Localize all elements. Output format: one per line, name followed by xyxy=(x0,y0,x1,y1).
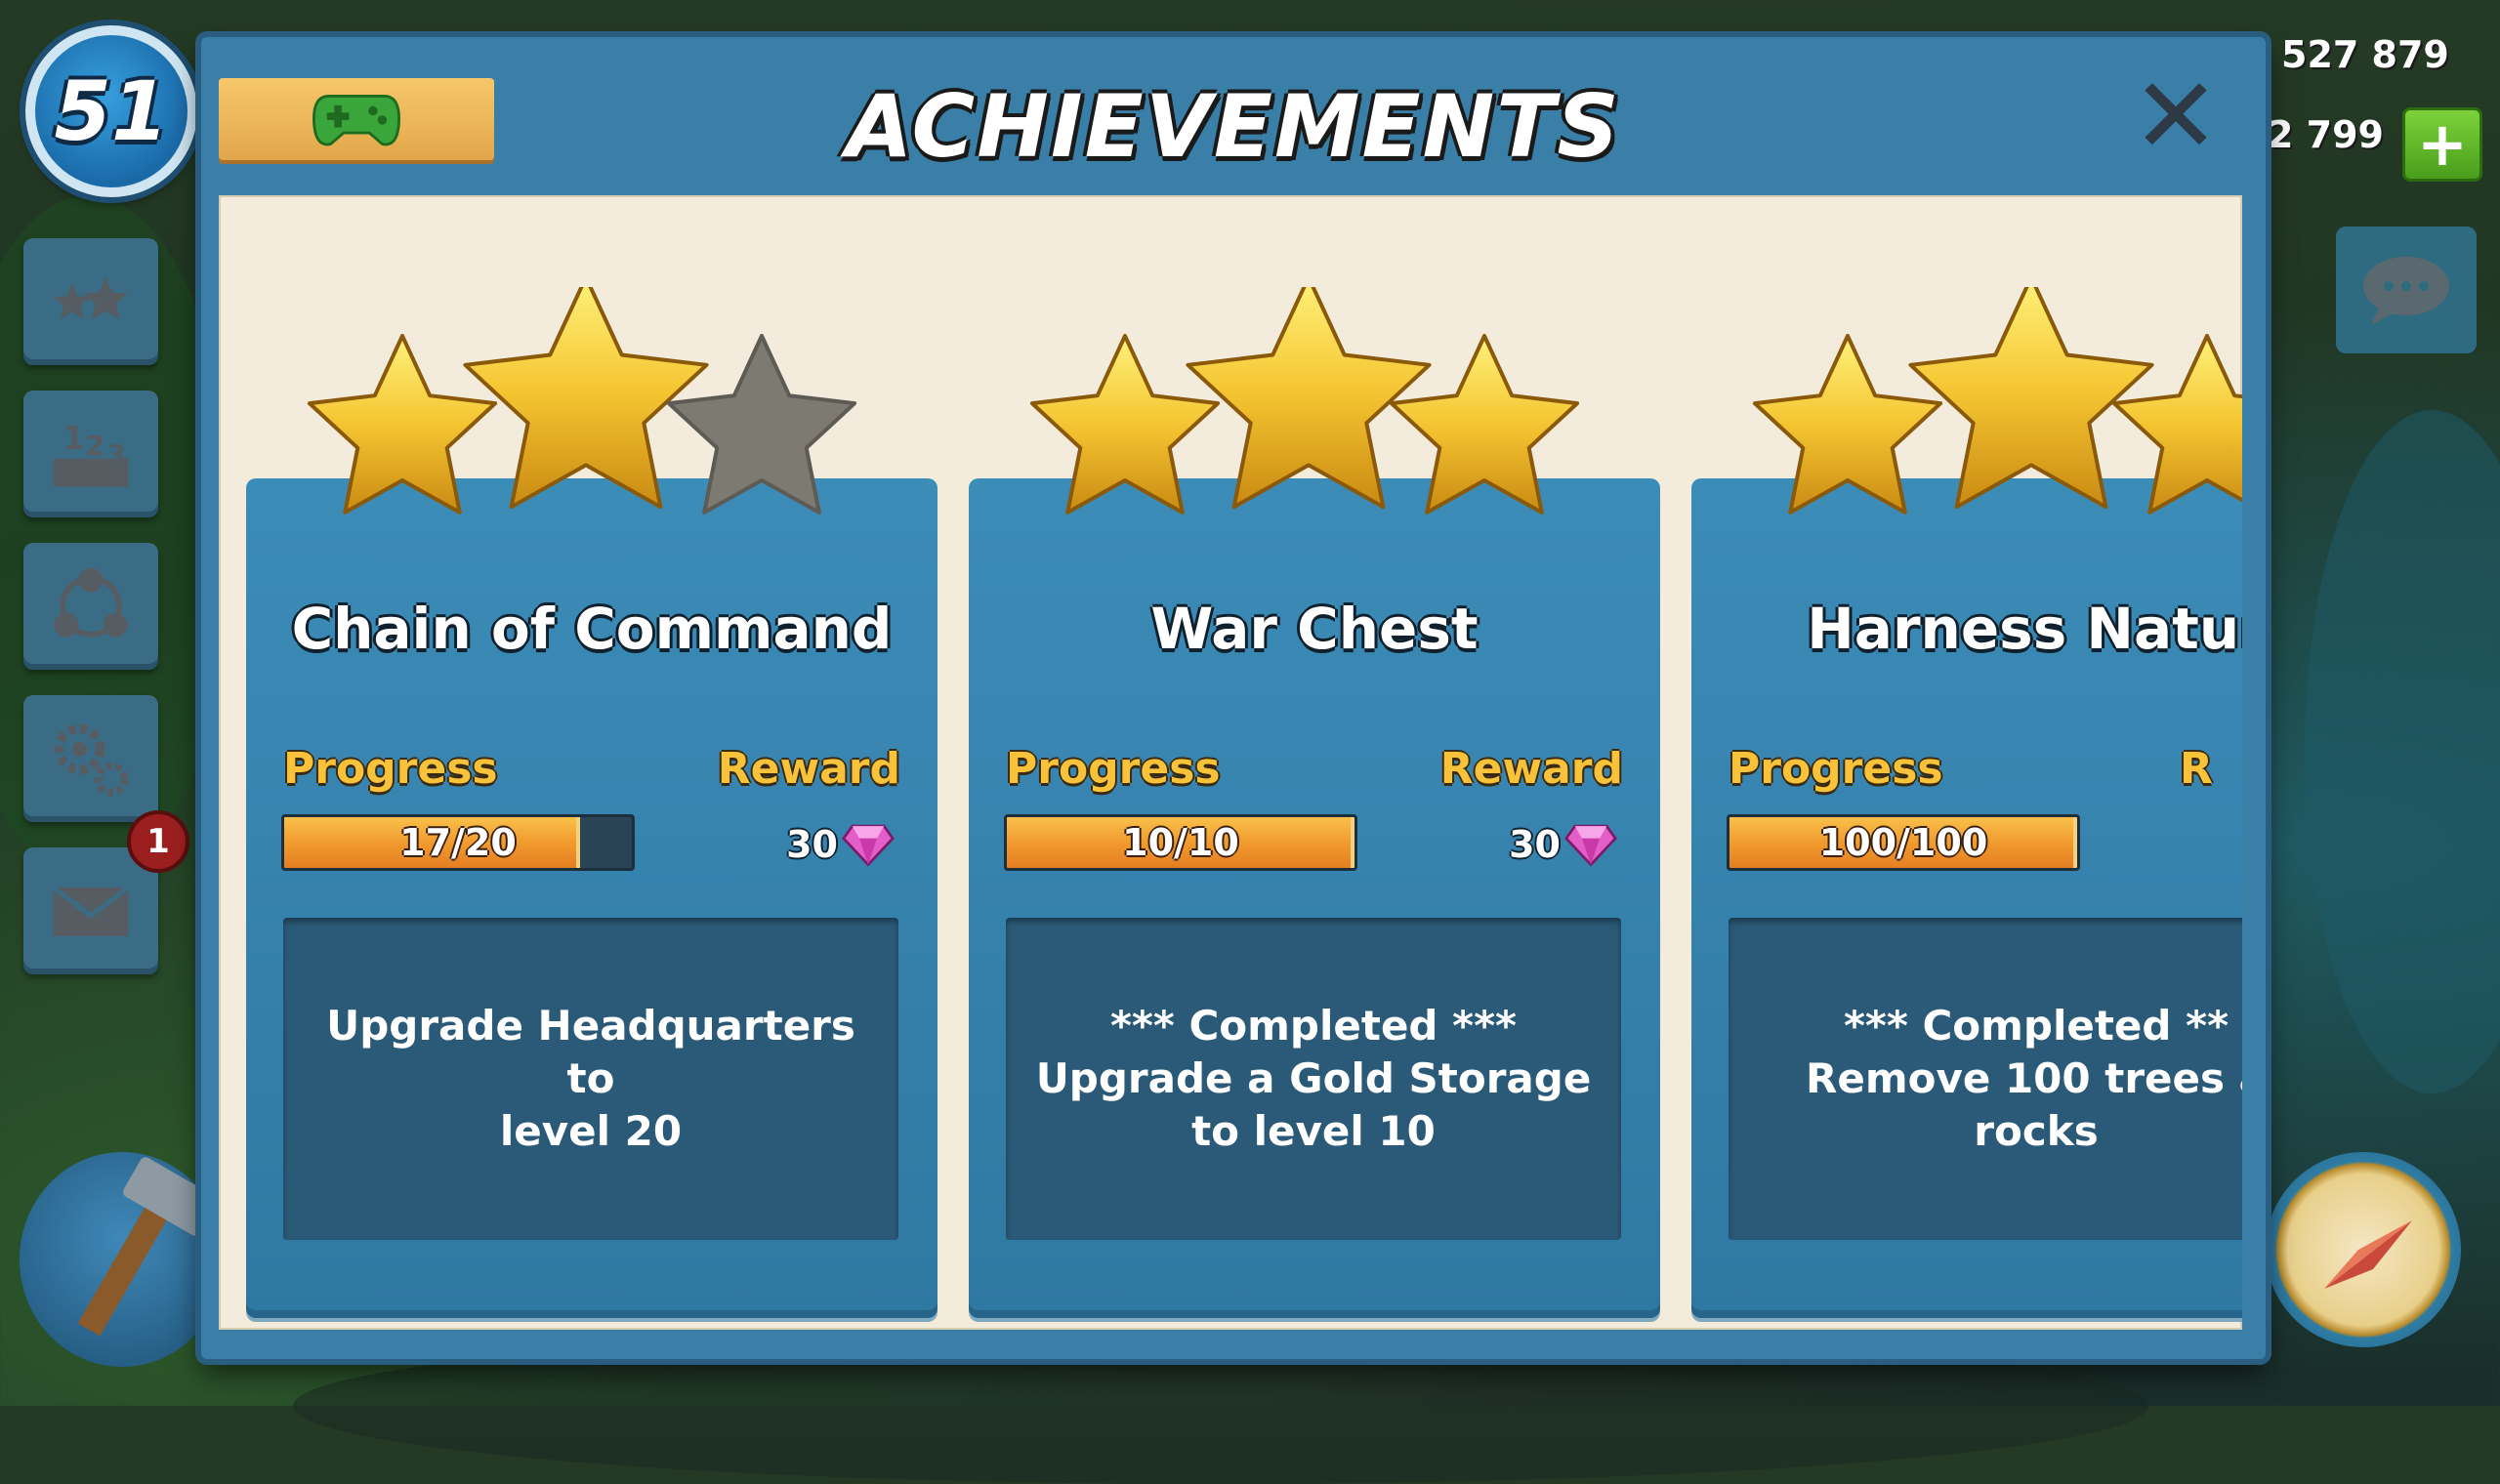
star-icon-earned xyxy=(1752,334,1943,515)
resource-diamonds-amount: 2 799 xyxy=(2268,113,2384,156)
sidebar-button-settings[interactable] xyxy=(23,695,158,822)
leaderboard-icon: 1 2 3 xyxy=(53,420,129,487)
progress-value: 100/100 xyxy=(1818,821,1988,864)
achievement-description-box: *** Completed ** Remove 100 trees a rock… xyxy=(1729,918,2242,1240)
achievement-card[interactable]: Chain of Command Progress Reward 17/20 30 Upg… xyxy=(246,195,938,1318)
hammer-icon xyxy=(77,1157,218,1337)
player-level: 51 xyxy=(54,63,169,159)
reward-value: 30 xyxy=(1509,818,1617,871)
star-icon-earned xyxy=(1908,287,2154,510)
sidebar-button-mail[interactable] xyxy=(23,847,158,974)
progress-bar: 10/10 xyxy=(1004,814,1357,871)
sidebar-button-leaderboard[interactable]: 1 2 3 xyxy=(23,391,158,517)
reward-label: Reward xyxy=(717,744,900,794)
chat-icon xyxy=(2363,257,2449,325)
achievement-title: Harness Natur xyxy=(1807,596,2242,662)
compass-icon xyxy=(2324,1220,2412,1289)
achievement-stars xyxy=(307,287,857,515)
achievements-modal: ACHIEVEMENTS ✕ Chain of Command Progress R… xyxy=(201,37,2266,1359)
svg-text:1: 1 xyxy=(62,420,85,457)
achievement-title: Chain of Command xyxy=(291,596,893,662)
plus-icon: + xyxy=(2417,108,2468,180)
reward-amount: 30 xyxy=(1509,823,1561,866)
progress-bar: 17/20 xyxy=(281,814,635,871)
diamond-icon xyxy=(842,824,895,867)
progress-label: Progress xyxy=(1729,744,1943,794)
reward-label: Reward xyxy=(1439,744,1623,794)
progress-label: Progress xyxy=(283,744,498,794)
svg-text:2: 2 xyxy=(85,430,104,463)
chat-button[interactable] xyxy=(2336,227,2477,353)
map-compass-button[interactable] xyxy=(2266,1152,2461,1347)
task-force-icon xyxy=(54,567,128,638)
sidebar-button-task-force[interactable] xyxy=(23,543,158,670)
svg-text:3: 3 xyxy=(107,440,126,471)
resource-gold-amount: 527 879 xyxy=(2281,33,2449,76)
achievement-description-box: *** Completed *** Upgrade a Gold Storage… xyxy=(1006,918,1621,1240)
achievement-card[interactable]: War Chest Progress Reward 10/10 30 *** Comple… xyxy=(969,195,1660,1318)
reward-label: R xyxy=(2180,744,2213,794)
modal-title: ACHIEVEMENTS xyxy=(846,76,1621,177)
star-icon-earned xyxy=(307,334,498,515)
reward-amount: 30 xyxy=(786,823,838,866)
achievement-description: *** Completed *** Upgrade a Gold Storage… xyxy=(1035,1002,1592,1155)
star-icon-earned xyxy=(1186,287,1432,510)
settings-icon xyxy=(54,723,129,797)
mail-icon xyxy=(52,886,130,936)
close-button[interactable]: ✕ xyxy=(2129,64,2223,170)
achievement-description: *** Completed ** Remove 100 trees a rock… xyxy=(1806,1002,2242,1155)
progress-value: 17/20 xyxy=(399,821,517,864)
build-hammer-button[interactable] xyxy=(20,1152,225,1367)
achievement-description: Upgrade Headquarters to level 20 xyxy=(326,1002,855,1155)
star-icon-earned xyxy=(463,287,709,510)
diamond-icon xyxy=(1564,824,1617,867)
progress-bar: 100/100 xyxy=(1727,814,2080,871)
close-icon: ✕ xyxy=(2131,56,2221,178)
achievements-list[interactable]: Chain of Command Progress Reward 17/20 30 Upg… xyxy=(219,195,2242,1330)
star-icon xyxy=(52,277,129,320)
achievement-card[interactable]: Harness Natur Progress R 100/100 *** Complet… xyxy=(1691,195,2242,1318)
achievement-title: War Chest xyxy=(1150,596,1479,662)
achievement-stars xyxy=(1029,287,1580,515)
sidebar-button-stars[interactable] xyxy=(23,238,158,365)
mail-notification-badge: 1 xyxy=(127,810,189,873)
achievement-stars xyxy=(1752,287,2242,515)
achievement-description-box: Upgrade Headquarters to level 20 xyxy=(283,918,898,1240)
progress-value: 10/10 xyxy=(1122,821,1239,864)
modal-header: ACHIEVEMENTS ✕ xyxy=(201,37,2266,191)
progress-label: Progress xyxy=(1006,744,1221,794)
buy-diamonds-button[interactable]: + xyxy=(2402,107,2482,182)
background-water xyxy=(2305,410,2500,1093)
reward-value: 30 xyxy=(786,818,895,871)
player-level-badge[interactable]: 51 xyxy=(25,25,197,197)
star-icon-earned xyxy=(1029,334,1221,515)
